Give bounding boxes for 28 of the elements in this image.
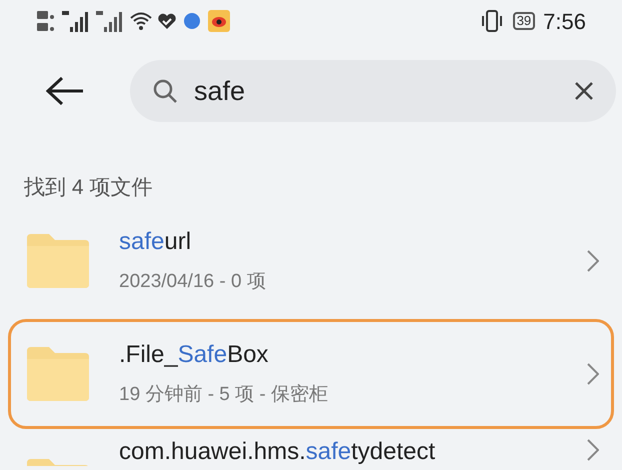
chevron-right-icon[interactable] — [587, 438, 599, 460]
signal-icon — [96, 9, 122, 33]
globe-icon — [184, 13, 200, 29]
close-icon[interactable] — [574, 81, 594, 101]
folder-icon — [25, 346, 91, 400]
search-field[interactable]: safe — [130, 60, 616, 122]
eye-icon — [208, 10, 230, 32]
wifi-icon — [130, 11, 152, 31]
folder-icon — [25, 234, 91, 288]
folder-row[interactable]: safeurl 2023/04/16 - 0 项 — [8, 206, 614, 316]
sim-icon — [36, 9, 56, 33]
result-count: 找到 4 项文件 — [24, 175, 152, 201]
chevron-right-icon[interactable] — [587, 250, 599, 272]
chevron-right-icon[interactable] — [587, 362, 599, 384]
search-icon — [152, 78, 178, 104]
signal-icon — [62, 9, 88, 33]
file-name: safeurl — [119, 227, 192, 258]
heart-icon — [158, 12, 176, 30]
clock-time: 7:56 — [543, 8, 586, 36]
file-details: 2023/04/16 - 0 项 — [119, 270, 266, 294]
back-arrow-icon[interactable] — [46, 76, 84, 106]
file-name: com.huawei.hms.safetydetect — [119, 438, 436, 464]
battery-indicator: 39 — [512, 12, 536, 30]
vibrate-icon — [480, 10, 503, 32]
file-name: .File_SafeBox — [119, 340, 268, 370]
file-details: 19 分钟前 - 5 项 - 保密柜 — [119, 383, 328, 408]
folder-row[interactable]: com.huawei.hms.safetydetect — [8, 432, 614, 468]
folder-row[interactable]: .File_SafeBox 19 分钟前 - 5 项 - 保密柜 — [8, 318, 614, 428]
